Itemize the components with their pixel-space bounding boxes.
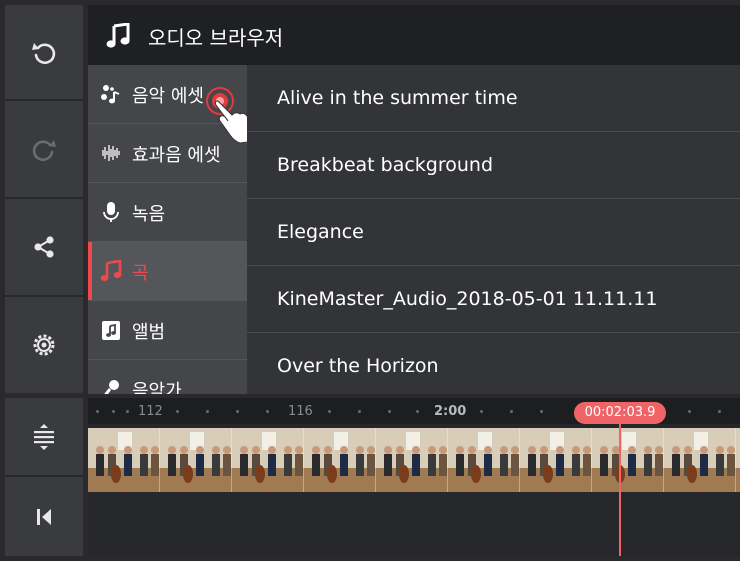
settings-button[interactable] <box>5 297 83 393</box>
category-label: 녹음 <box>132 204 166 225</box>
category-label: 음악 에셋 <box>132 86 204 107</box>
song-title: Breakbeat background <box>277 154 494 176</box>
expand-vertical-icon <box>34 423 54 450</box>
category-list: 음악 에셋 효과음 에셋 녹음 곡 앨범 음악가 <box>88 65 247 394</box>
playhead[interactable] <box>619 416 621 556</box>
thumbnail-frame <box>160 428 232 492</box>
thumbnail-frame <box>88 428 160 492</box>
category-songs[interactable]: 곡 <box>88 242 247 301</box>
thumbnail-frame <box>736 428 740 492</box>
skip-back-icon <box>37 508 51 525</box>
category-album[interactable]: 앨범 <box>88 301 247 360</box>
music-note-icon <box>100 260 122 281</box>
song-row[interactable]: Alive in the summer time <box>247 65 740 132</box>
song-row[interactable]: Over the Horizon <box>247 333 740 394</box>
page-title: 오디오 브라우저 <box>148 26 284 50</box>
skip-to-start-button[interactable] <box>5 477 83 556</box>
category-label: 음악가 <box>132 381 182 394</box>
thumbnail-frame <box>664 428 736 492</box>
share-button[interactable] <box>5 199 83 295</box>
music-note-icon <box>106 23 130 48</box>
thumbnail-frame <box>304 428 376 492</box>
microphone-icon <box>103 202 119 222</box>
ruler-tick-label: 116 <box>288 404 313 419</box>
song-row[interactable]: KineMaster_Audio_2018-05-01 11.11.11 <box>247 266 740 333</box>
category-label: 앨범 <box>132 322 166 343</box>
video-thumbnail-strip <box>88 428 740 492</box>
song-list: Alive in the summer time Breakbeat backg… <box>247 65 740 394</box>
category-label: 곡 <box>132 263 149 284</box>
category-artist[interactable]: 음악가 <box>88 360 247 394</box>
thumbnail-frame <box>232 428 304 492</box>
song-row[interactable]: Elegance <box>247 199 740 266</box>
thumbnail-frame <box>376 428 448 492</box>
undo-button[interactable] <box>5 5 83 99</box>
gear-icon <box>33 334 55 356</box>
thumbnail-frame <box>448 428 520 492</box>
song-title: KineMaster_Audio_2018-05-01 11.11.11 <box>277 288 658 310</box>
song-title: Over the Horizon <box>277 355 439 377</box>
undo-icon <box>32 43 56 65</box>
redo-icon <box>32 140 56 162</box>
music-asset-icon <box>101 85 120 104</box>
video-clip[interactable] <box>88 428 740 492</box>
thumbnail-frame <box>520 428 592 492</box>
album-icon <box>102 321 120 340</box>
song-title: Alive in the summer time <box>277 87 518 109</box>
artist-icon <box>104 380 119 394</box>
waveform-icon <box>102 145 120 161</box>
tap-gesture-hint-icon <box>206 87 247 145</box>
timeline-panel[interactable]: 112 116 2:00 00:02:03.9 <box>88 398 740 556</box>
audio-browser-header: 오디오 브라우저 <box>88 5 740 65</box>
category-recording[interactable]: 녹음 <box>88 183 247 242</box>
song-title: Elegance <box>277 221 364 243</box>
song-row[interactable]: Breakbeat background <box>247 132 740 199</box>
ruler-tick-label: 2:00 <box>434 404 467 419</box>
ruler-tick-label: 112 <box>138 404 163 419</box>
redo-button[interactable] <box>5 101 83 197</box>
thumbnail-frame <box>592 428 664 492</box>
share-icon <box>34 236 54 258</box>
timeline-expand-button[interactable] <box>5 398 83 475</box>
